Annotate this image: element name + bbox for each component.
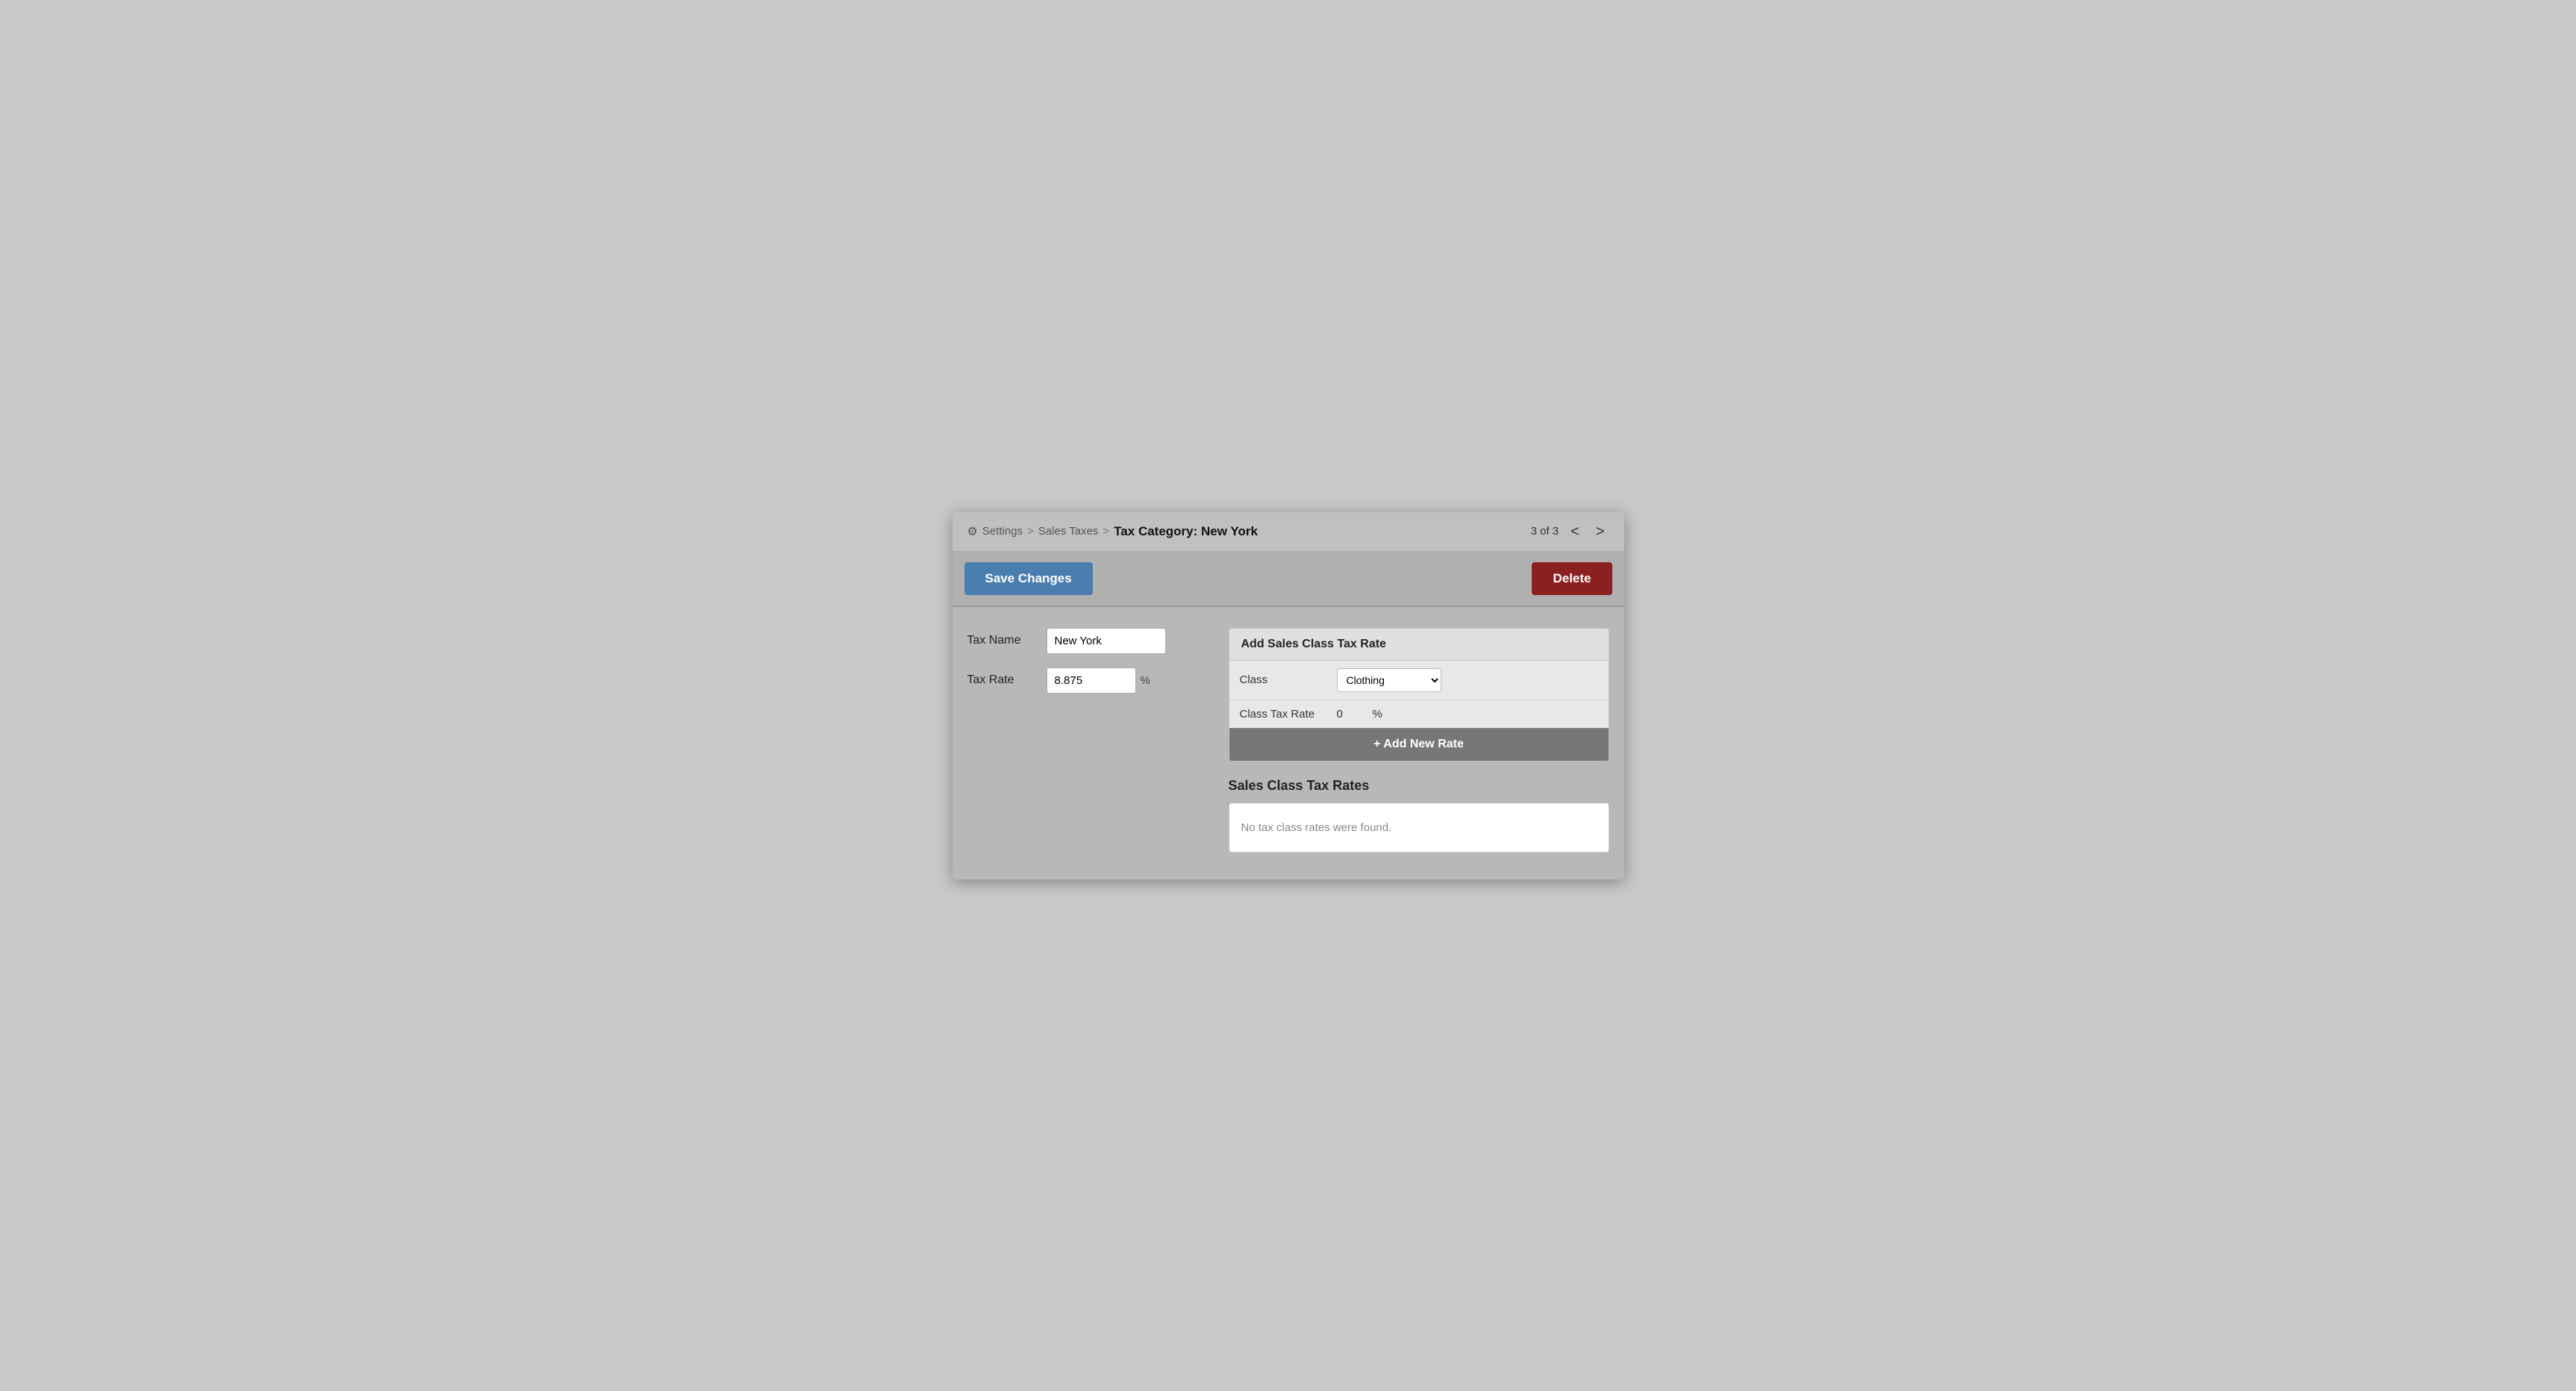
class-select[interactable]: Clothing Food Medicine Other xyxy=(1337,668,1441,692)
sales-class-title: Sales Class Tax Rates xyxy=(1229,778,1609,794)
tax-rate-label: Tax Rate xyxy=(967,673,1035,687)
breadcrumb-current: Tax Category: New York xyxy=(1114,524,1258,539)
next-button[interactable]: > xyxy=(1591,523,1609,541)
class-tax-rate-input[interactable] xyxy=(1337,708,1367,721)
class-tax-rate-label-cell: Class Tax Rate xyxy=(1229,700,1326,728)
header-bar: ⚙ Settings > Sales Taxes > Tax Category:… xyxy=(952,512,1624,552)
class-row: Class Clothing Food Medicine Other xyxy=(1229,661,1609,700)
main-window: ⚙ Settings > Sales Taxes > Tax Category:… xyxy=(952,512,1624,880)
pagination-text: 3 of 3 xyxy=(1531,525,1559,538)
tax-rate-input[interactable] xyxy=(1047,668,1136,694)
no-rates-box: No tax class rates were found. xyxy=(1229,803,1609,853)
class-tax-rate-percent: % xyxy=(1373,708,1382,721)
tax-name-label: Tax Name xyxy=(967,634,1035,647)
left-panel: Tax Name Tax Rate % xyxy=(967,628,1206,853)
save-changes-button[interactable]: Save Changes xyxy=(964,562,1093,595)
add-new-rate-button[interactable]: + Add New Rate xyxy=(1229,728,1609,761)
delete-button[interactable]: Delete xyxy=(1532,562,1612,595)
sales-class-section: Sales Class Tax Rates No tax class rates… xyxy=(1229,778,1609,853)
class-tax-rate-row: Class Tax Rate % xyxy=(1229,700,1609,728)
class-tax-rate-value-cell: % xyxy=(1326,700,1609,728)
breadcrumb-sep1: > xyxy=(1027,525,1034,538)
rate-table: Class Clothing Food Medicine Other xyxy=(1229,661,1609,728)
tax-rate-percent: % xyxy=(1141,674,1150,687)
breadcrumb-sep2: > xyxy=(1103,525,1109,538)
tax-rate-wrapper: % xyxy=(1047,668,1150,694)
add-rate-header: Add Sales Class Tax Rate xyxy=(1229,629,1609,661)
prev-button[interactable]: < xyxy=(1566,523,1584,541)
gear-icon: ⚙ xyxy=(967,524,978,539)
breadcrumb-sales-taxes[interactable]: Sales Taxes xyxy=(1038,525,1099,538)
breadcrumb: ⚙ Settings > Sales Taxes > Tax Category:… xyxy=(967,524,1258,539)
tax-rate-row: Tax Rate % xyxy=(967,668,1206,694)
breadcrumb-settings[interactable]: Settings xyxy=(982,525,1023,538)
tax-name-row: Tax Name xyxy=(967,628,1206,654)
class-select-cell: Clothing Food Medicine Other xyxy=(1326,661,1609,700)
no-rates-message: No tax class rates were found. xyxy=(1241,821,1392,834)
right-panel: Add Sales Class Tax Rate Class Clothing … xyxy=(1229,628,1609,853)
tax-name-input[interactable] xyxy=(1047,628,1166,654)
class-tax-value-wrapper: % xyxy=(1337,708,1598,721)
toolbar: Save Changes Delete xyxy=(952,552,1624,607)
add-rate-box: Add Sales Class Tax Rate Class Clothing … xyxy=(1229,628,1609,762)
pagination-nav: 3 of 3 < > xyxy=(1531,523,1609,541)
class-label-cell: Class xyxy=(1229,661,1326,700)
main-content: Tax Name Tax Rate % Add Sales Class Tax … xyxy=(952,607,1624,880)
